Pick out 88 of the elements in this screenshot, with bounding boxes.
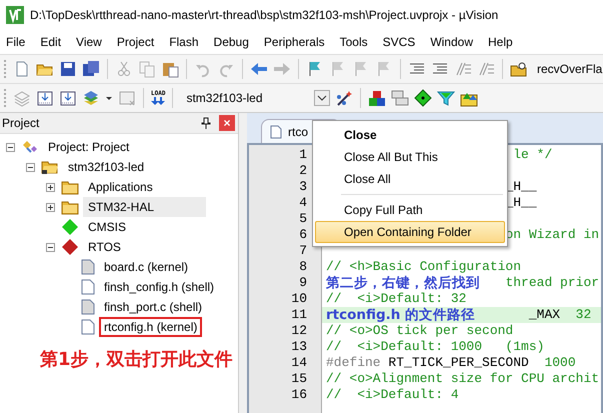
line-number: 8 bbox=[298, 259, 308, 275]
tree-item[interactable]: board.c (kernel) bbox=[99, 257, 194, 277]
tree-item[interactable]: stm32f103-led bbox=[63, 157, 150, 177]
diamond-icon[interactable] bbox=[414, 89, 432, 107]
menu-item[interactable]: Debug bbox=[210, 33, 255, 51]
annotation-text: rtconfig.h 的文件路径 bbox=[326, 307, 476, 323]
windows-icon[interactable] bbox=[391, 89, 410, 107]
annotation-text: 第二步，右键，然后找到 bbox=[326, 275, 480, 291]
tree-item[interactable]: rtconfig.h (kernel) bbox=[99, 317, 202, 337]
code-line: // <o>Alignment size for CPU archit bbox=[326, 371, 600, 386]
download-icon[interactable] bbox=[36, 89, 54, 107]
tree-item[interactable]: STM32-HAL bbox=[83, 197, 206, 217]
line-number: 12 bbox=[290, 323, 308, 339]
find-field[interactable]: recvOverFla bbox=[537, 62, 602, 76]
menu-item[interactable]: Project bbox=[112, 33, 160, 51]
collapse-toggle[interactable] bbox=[26, 162, 35, 172]
save-all-icon[interactable] bbox=[82, 60, 100, 78]
folder-icon bbox=[61, 179, 79, 195]
menu-item[interactable]: Close All bbox=[315, 168, 505, 190]
line-number: 3 bbox=[298, 179, 308, 195]
code-line: thread prior bbox=[505, 275, 600, 290]
menu-item[interactable]: SVCS bbox=[378, 33, 422, 51]
menu-item[interactable]: View bbox=[72, 33, 108, 51]
uncomment-icon[interactable] bbox=[477, 60, 495, 78]
code-line: // <h>Basic Configuration bbox=[326, 259, 522, 274]
window-title: D:\TopDesk\rtthread-nano-master\rt-thread\bsp\stm32f103-msh\Project.uvprojx - µVision bbox=[30, 8, 498, 22]
comment-icon[interactable] bbox=[454, 60, 472, 78]
menu-item[interactable]: Close All But This bbox=[315, 146, 505, 168]
folder-icon bbox=[61, 199, 79, 215]
paste-icon[interactable] bbox=[161, 60, 179, 78]
file-icon bbox=[270, 124, 282, 138]
code-line: _H__ bbox=[505, 179, 537, 194]
line-number: 16 bbox=[290, 387, 308, 403]
panel-title: Project bbox=[2, 116, 40, 130]
open-folder-icon bbox=[41, 159, 59, 175]
menu-item[interactable]: Copy Full Path bbox=[315, 199, 505, 221]
blocks-icon[interactable] bbox=[368, 89, 386, 107]
layers-icon[interactable] bbox=[82, 89, 100, 107]
line-number: 13 bbox=[290, 339, 308, 355]
line-number: 2 bbox=[298, 163, 308, 179]
code-line: // <i>Default: 1000 (1ms) bbox=[326, 339, 544, 354]
code-line: _H__ bbox=[505, 195, 537, 210]
line-number: 5 bbox=[298, 211, 308, 227]
code-line: #define RT_TICK_PER_SECOND 1000 bbox=[326, 355, 576, 370]
back-arrow-icon[interactable] bbox=[250, 60, 268, 78]
collapse-toggle[interactable] bbox=[46, 242, 55, 252]
expand-toggle[interactable] bbox=[46, 182, 55, 192]
code-line: // <i>Default: 4 bbox=[326, 387, 459, 402]
code-line: le */ bbox=[513, 147, 552, 162]
line-number: 15 bbox=[290, 371, 308, 387]
line-number: 7 bbox=[298, 243, 308, 259]
menu-item[interactable]: File bbox=[2, 33, 32, 51]
tree-item[interactable]: CMSIS bbox=[83, 217, 132, 237]
collapse-toggle[interactable] bbox=[6, 142, 15, 152]
menu-item[interactable]: Edit bbox=[36, 33, 68, 51]
menu-item[interactable]: Flash bbox=[165, 33, 205, 51]
app-logo-icon bbox=[6, 6, 24, 24]
pin-icon[interactable] bbox=[201, 117, 211, 129]
line-number: 1 bbox=[298, 147, 308, 163]
line-number: 11 bbox=[290, 307, 308, 323]
line-number: 9 bbox=[298, 275, 308, 291]
line-number: 10 bbox=[290, 291, 308, 307]
menu-item[interactable]: Peripherals bbox=[260, 33, 331, 51]
project-icon bbox=[21, 139, 39, 155]
menu-item[interactable]: Window bbox=[426, 33, 479, 51]
tree-item[interactable]: RTOS bbox=[83, 237, 126, 257]
expand-toggle[interactable] bbox=[46, 202, 55, 212]
code-line: // <i>Default: 32 bbox=[326, 291, 466, 306]
download-icon[interactable] bbox=[59, 89, 77, 107]
menu-item[interactable]: Help bbox=[484, 33, 519, 51]
tree-item[interactable]: Project: Project bbox=[43, 137, 134, 157]
magic-wand-icon[interactable] bbox=[335, 89, 354, 107]
find-in-files-icon[interactable] bbox=[510, 60, 528, 78]
annotation-text: 第1步，双击打开此文件 bbox=[40, 348, 233, 371]
menu-item[interactable]: Open Containing Folder bbox=[315, 221, 505, 243]
funnel-icon[interactable] bbox=[437, 89, 456, 107]
code-line: // <o>OS tick per second bbox=[326, 323, 514, 338]
caret-icon[interactable] bbox=[314, 90, 330, 106]
line-number: 6 bbox=[298, 227, 308, 243]
line-number: 14 bbox=[290, 355, 308, 371]
menu-item[interactable]: Tools bbox=[336, 33, 374, 51]
save-icon[interactable] bbox=[59, 60, 77, 78]
code-line: _MAX 32 bbox=[528, 307, 592, 322]
tree-item[interactable]: Applications bbox=[83, 177, 158, 197]
close-button[interactable]: × bbox=[219, 115, 235, 131]
line-number: 4 bbox=[298, 195, 308, 211]
tree-item[interactable]: finsh_port.c (shell) bbox=[99, 297, 208, 317]
tree-item[interactable]: finsh_config.h (shell) bbox=[99, 277, 220, 297]
